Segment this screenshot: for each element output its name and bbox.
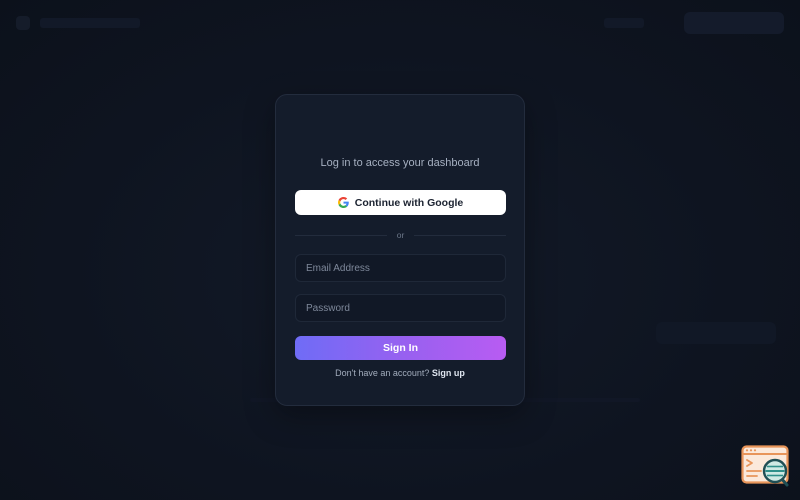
background-logo [16, 16, 30, 30]
signup-prompt: Don't have an account? [335, 368, 430, 378]
or-divider: or [295, 229, 506, 241]
divider-line-right [414, 235, 506, 236]
continue-with-google-button[interactable]: Continue with Google [295, 190, 506, 215]
terminal-search-icon[interactable] [741, 445, 791, 489]
background-header-button [684, 12, 784, 34]
google-button-label: Continue with Google [354, 196, 464, 209]
sign-in-button[interactable]: Sign In [295, 336, 506, 360]
login-card: Log in to access your dashboard Continue… [275, 94, 525, 406]
background-brand [40, 18, 140, 28]
login-page: Log in to access your dashboard Continue… [0, 0, 800, 500]
email-field[interactable] [295, 254, 506, 282]
google-icon [337, 197, 349, 208]
background-nav-link [604, 18, 644, 28]
sign-up-link[interactable]: Sign up [432, 368, 465, 378]
password-field[interactable] [295, 294, 506, 322]
signup-row: Don't have an account? Sign up [276, 368, 524, 378]
login-subtitle: Log in to access your dashboard [320, 157, 480, 169]
background-pill [656, 322, 776, 344]
